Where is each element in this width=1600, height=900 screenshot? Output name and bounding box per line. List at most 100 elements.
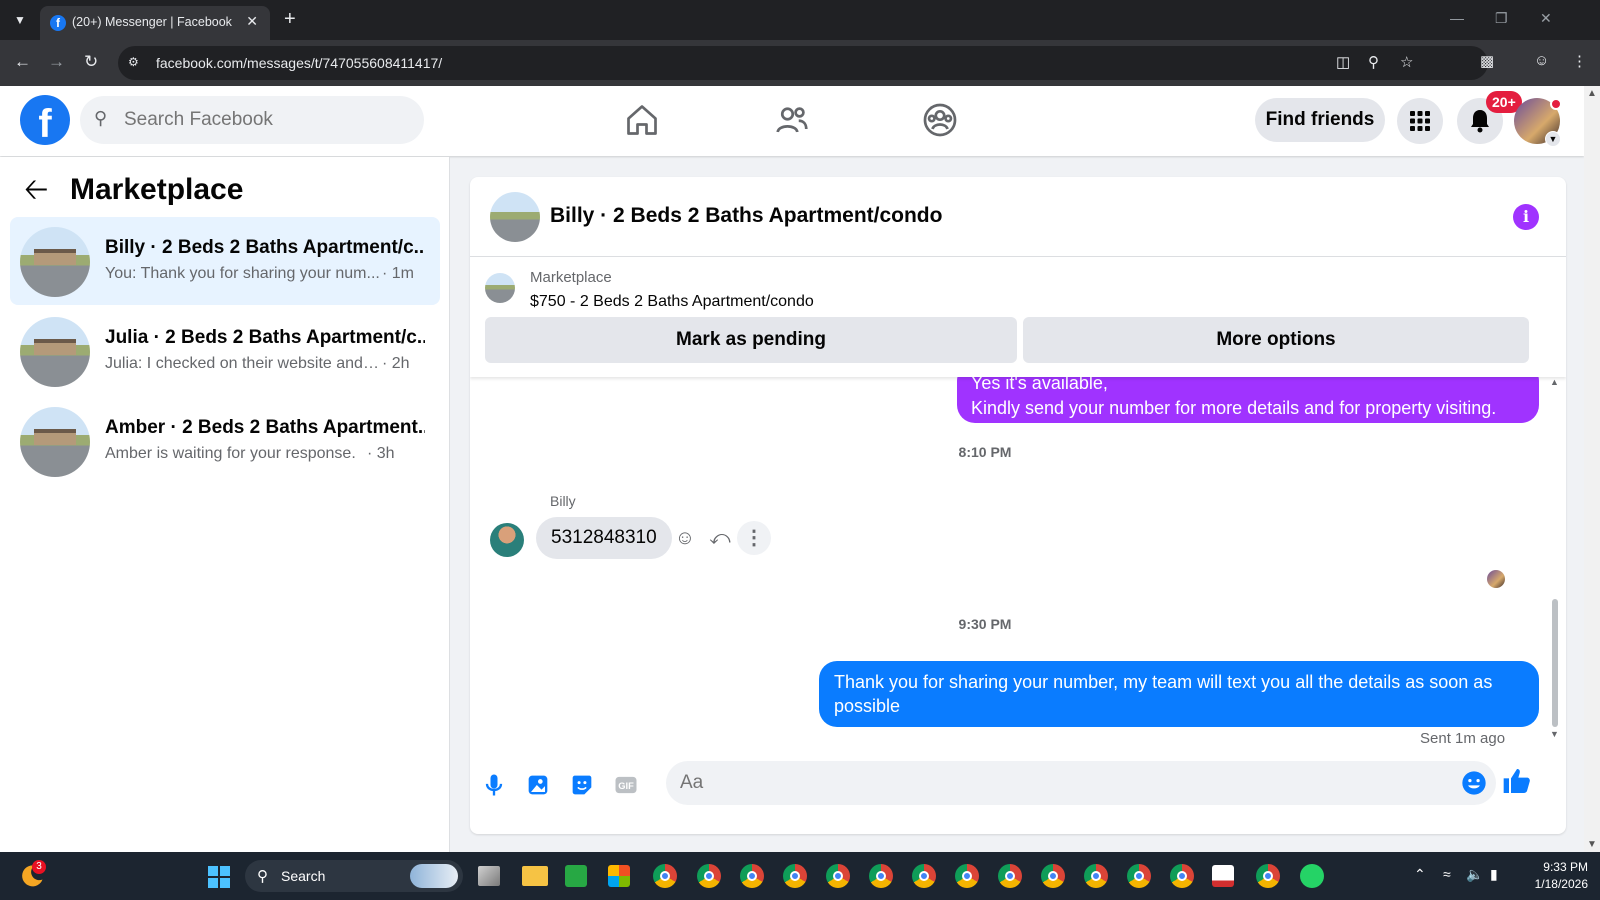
thread-time: · 3h	[367, 445, 395, 462]
menu-grid-button[interactable]	[1397, 98, 1443, 144]
window-close-icon[interactable]: ✕	[1540, 10, 1552, 27]
bookmark-star-icon[interactable]: ☆	[1400, 53, 1413, 71]
listing-source: Marketplace	[530, 269, 612, 286]
scroll-down-icon[interactable]: ▼	[1587, 839, 1597, 850]
more-actions-icon[interactable]: ⋮	[737, 521, 771, 555]
groups-icon[interactable]	[922, 102, 958, 138]
site-info-icon[interactable]: ⚙	[128, 55, 144, 71]
back-arrow-icon[interactable]: 🡠	[24, 173, 48, 207]
chat-scrollbar[interactable]: ▲ ▼	[1550, 377, 1562, 747]
scroll-up-icon[interactable]: ▲	[1550, 377, 1559, 387]
svg-text:GIF: GIF	[618, 781, 634, 791]
listing-thumbnail[interactable]	[485, 273, 515, 303]
reply-icon[interactable]: ⤺	[703, 521, 737, 555]
wifi-icon[interactable]: ≈	[1443, 866, 1451, 882]
facebook-favicon-icon: f	[50, 15, 66, 31]
outgoing-message[interactable]: Thank you for sharing your number, my te…	[819, 661, 1539, 727]
taskbar-search-label: Search	[281, 868, 326, 884]
thread-item-julia[interactable]: Julia · 2 Beds 2 Baths Apartment/c... Ju…	[10, 307, 440, 395]
thumbs-up-icon[interactable]	[1501, 765, 1530, 793]
message-input-box[interactable]	[666, 761, 1496, 805]
url-text[interactable]: facebook.com/messages/t/747055608411417/	[156, 55, 442, 71]
chrome-icon[interactable]	[912, 864, 936, 888]
chrome-icon[interactable]	[1127, 864, 1151, 888]
chat-header: Billy · 2 Beds 2 Baths Apartment/condo i	[470, 177, 1566, 257]
back-icon[interactable]: ←	[14, 52, 31, 72]
find-friends-button[interactable]: Find friends	[1255, 98, 1385, 142]
scroll-up-icon[interactable]: ▲	[1587, 88, 1597, 99]
tray-overflow-icon[interactable]: ⌃	[1414, 866, 1426, 883]
restore-icon[interactable]: ❐	[1495, 10, 1508, 27]
chrome-icon[interactable]	[1084, 864, 1108, 888]
chrome-icon[interactable]	[998, 864, 1022, 888]
thread-item-billy[interactable]: Billy · 2 Beds 2 Baths Apartment/c... Yo…	[10, 217, 440, 305]
facebook-logo-icon[interactable]: f	[20, 95, 70, 146]
chrome-icon[interactable]	[783, 864, 807, 888]
file-explorer-icon[interactable]	[522, 866, 548, 886]
more-options-button[interactable]: More options	[1023, 317, 1529, 363]
chrome-icon[interactable]	[1170, 864, 1194, 888]
tab-title: (20+) Messenger | Facebook	[72, 15, 232, 29]
gif-icon[interactable]: GIF	[612, 771, 640, 799]
chrome-icon[interactable]	[826, 864, 850, 888]
omnibox[interactable]: ⚙ facebook.com/messages/t/74705560841141…	[118, 46, 1488, 80]
chrome-icon[interactable]	[697, 864, 721, 888]
listing-title[interactable]: $750 - 2 Beds 2 Baths Apartment/condo	[530, 293, 814, 311]
photo-icon[interactable]	[524, 771, 552, 799]
weather-badge: 3	[32, 860, 46, 874]
incoming-message[interactable]: 5312848310	[536, 517, 672, 559]
search-input[interactable]	[124, 107, 404, 133]
windows-start-icon[interactable]	[208, 866, 230, 888]
battery-icon[interactable]: ▮	[1490, 866, 1498, 883]
microsoft-store-icon[interactable]	[608, 865, 630, 887]
chrome-icon[interactable]	[1256, 864, 1280, 888]
whatsapp-icon[interactable]	[1300, 864, 1324, 888]
snipping-tool-icon[interactable]	[1212, 865, 1234, 887]
sender-avatar[interactable]	[490, 523, 524, 557]
scroll-down-icon[interactable]: ▼	[1550, 729, 1559, 739]
search-box[interactable]: ⚲	[80, 96, 424, 144]
minimize-icon[interactable]: —	[1450, 10, 1464, 26]
chat-avatar[interactable]	[490, 192, 540, 242]
tab-search-menu-icon[interactable]: ▼	[8, 8, 32, 32]
chrome-icon[interactable]	[740, 864, 764, 888]
message-input[interactable]	[680, 771, 1440, 795]
emoji-icon[interactable]	[1460, 769, 1488, 797]
microphone-icon[interactable]	[480, 771, 508, 799]
sheets-app-icon[interactable]	[565, 865, 587, 887]
taskbar-clock[interactable]: 9:33 PM 1/18/2026	[1508, 859, 1588, 893]
forward-icon[interactable]: →	[48, 52, 65, 72]
install-app-icon[interactable]: ◫	[1336, 53, 1350, 71]
task-view-icon[interactable]	[478, 866, 500, 886]
chevron-down-icon[interactable]: ▼	[1545, 131, 1561, 147]
extensions-icon[interactable]: ▩	[1480, 52, 1494, 70]
chrome-icon[interactable]	[653, 864, 677, 888]
zoom-icon[interactable]: ⚲	[1368, 53, 1379, 71]
scrollbar-thumb[interactable]	[1552, 599, 1558, 727]
outgoing-message[interactable]: Yes it's available, Kindly send your num…	[957, 377, 1539, 423]
friends-icon[interactable]	[774, 102, 810, 138]
page-scrollbar[interactable]: ▲ ▼	[1584, 86, 1600, 852]
tab-close-icon[interactable]: ✕	[246, 13, 258, 30]
chrome-icon[interactable]	[955, 864, 979, 888]
thread-avatar	[20, 407, 90, 477]
info-icon[interactable]: i	[1513, 204, 1539, 230]
chrome-icon[interactable]	[1041, 864, 1065, 888]
chrome-menu-icon[interactable]: ⋮	[1572, 52, 1587, 70]
seen-avatar	[1487, 570, 1505, 588]
react-emoji-icon[interactable]: ☺	[668, 521, 702, 555]
browser-tab[interactable]: f (20+) Messenger | Facebook ✕	[40, 6, 270, 40]
taskbar-search[interactable]: ⚲ Search	[245, 860, 463, 892]
chrome-icon[interactable]	[869, 864, 893, 888]
thread-item-amber[interactable]: Amber · 2 Beds 2 Baths Apartment... Ambe…	[10, 397, 440, 485]
browser-tab-bar: ▼ f (20+) Messenger | Facebook ✕ + — ❐ ✕	[0, 0, 1600, 40]
reload-icon[interactable]: ↻	[84, 52, 98, 72]
volume-icon[interactable]: 🔈	[1466, 866, 1483, 883]
sticker-icon[interactable]	[568, 771, 596, 799]
search-icon: ⚲	[257, 868, 268, 885]
mark-as-pending-button[interactable]: Mark as pending	[485, 317, 1017, 363]
chrome-profile-icon[interactable]: ☺	[1534, 52, 1549, 69]
new-tab-icon[interactable]: +	[284, 8, 296, 30]
chat-title[interactable]: Billy · 2 Beds 2 Baths Apartment/condo	[550, 204, 942, 228]
home-icon[interactable]	[624, 102, 660, 138]
